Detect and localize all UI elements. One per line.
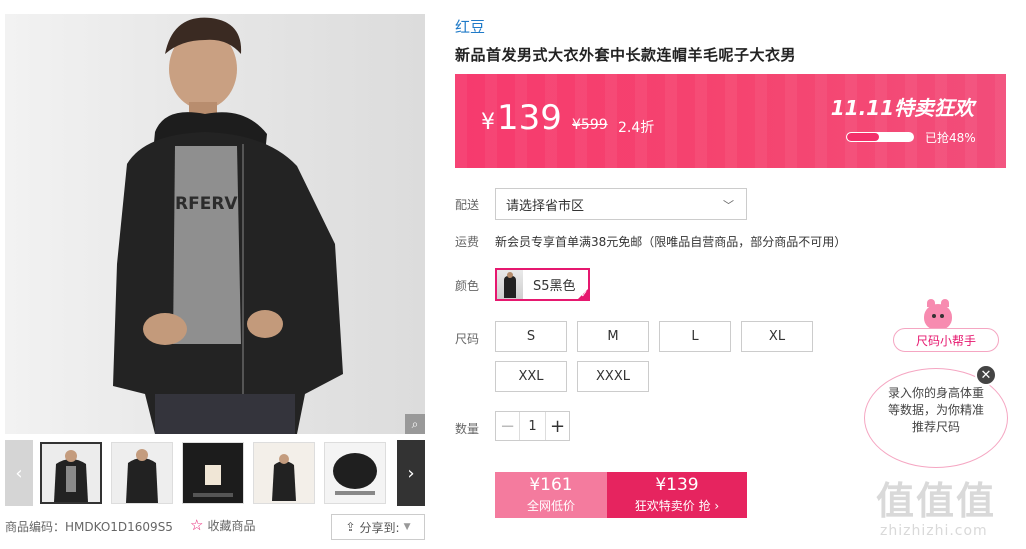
lowest-price-label: 全网低价	[526, 499, 575, 513]
color-name: S5黑色	[533, 279, 576, 294]
thumb-image	[42, 444, 100, 502]
sold-progress-fill	[847, 133, 879, 141]
quantity-value[interactable]: 1	[520, 419, 545, 434]
favorite-label: 收藏商品	[207, 518, 256, 533]
favorite-button[interactable]: ☆ 收藏商品	[190, 516, 255, 534]
original-price: ¥599	[572, 117, 608, 133]
thumbnail-3[interactable]	[182, 442, 244, 504]
swatch-figure	[504, 276, 516, 298]
color-label: 颜色	[455, 279, 480, 293]
watermark-url: zhizhizhi.com	[880, 523, 988, 539]
sold-percent: 已抢48%	[925, 131, 976, 145]
delivery-label: 配送	[455, 198, 480, 212]
mascot-icon	[924, 299, 952, 330]
size-option-xl[interactable]: XL	[741, 321, 813, 352]
mascot-eye	[940, 314, 944, 318]
sale-price: ¥139	[655, 475, 699, 495]
buy-now-button[interactable]: ¥139 狂欢特卖价 抢 ›	[607, 472, 747, 518]
chevron-down-icon: ▼	[403, 522, 411, 532]
thumb-prev-button[interactable]: ‹	[5, 440, 33, 506]
chevron-down-icon: ﹀	[723, 199, 734, 212]
size-helper-button[interactable]: 尺码小帮手	[893, 328, 999, 352]
thumb-next-button[interactable]: ›	[397, 440, 425, 506]
current-price: ¥139	[481, 98, 562, 138]
thumbnail-1[interactable]	[40, 442, 102, 504]
buy-now-label: 狂欢特卖价 抢 ›	[634, 499, 720, 513]
shipping-info: 新会员专享首单满38元免邮（限唯品自营商品，部分商品不可用）	[495, 235, 847, 249]
lowest-price-box: ¥161 全网低价	[495, 472, 607, 518]
product-code: 商品编码：HMDKO1D1609S5	[5, 520, 173, 534]
thumb-image	[325, 443, 385, 503]
size-label: 尺码	[455, 332, 480, 346]
share-label: 分享到:	[359, 520, 400, 535]
brand-link[interactable]: 红豆	[455, 16, 485, 37]
thumb-image	[183, 443, 243, 503]
size-option-m[interactable]: M	[577, 321, 649, 352]
size-option-xxxl[interactable]: XXXL	[577, 361, 649, 392]
thumbnail-strip: ‹ ›	[5, 440, 425, 506]
size-option-s[interactable]: S	[495, 321, 567, 352]
share-dropdown[interactable]: ⇪ 分享到: ▼	[331, 514, 425, 540]
thumb-image	[112, 443, 172, 503]
model-photo: RFERV	[113, 17, 343, 434]
thumbnail-5[interactable]	[324, 442, 386, 504]
quantity-label: 数量	[455, 422, 480, 436]
lowest-price: ¥161	[529, 475, 573, 495]
svg-text:RFERV: RFERV	[175, 194, 238, 214]
star-icon: ☆	[190, 516, 204, 534]
swatch-head	[507, 272, 513, 278]
region-select[interactable]: 请选择省市区 ﹀	[495, 188, 747, 220]
mascot-ear	[927, 299, 935, 307]
size-option-xxl[interactable]: XXL	[495, 361, 567, 392]
thumbnail-2[interactable]	[111, 442, 173, 504]
color-option-selected[interactable]: S5黑色 ✓	[495, 268, 590, 301]
share-icon: ⇪	[345, 520, 356, 534]
shipping-label: 运费	[455, 235, 480, 249]
sold-progress-bar	[846, 132, 914, 142]
close-icon[interactable]: ✕	[975, 364, 997, 386]
region-placeholder: 请选择省市区	[506, 198, 585, 214]
zoom-icon[interactable]: ⌕	[405, 414, 425, 434]
thumb-image	[254, 443, 314, 503]
quantity-decrease-button[interactable]: −	[496, 412, 520, 440]
product-title: 新品首发男式大衣外套中长款连帽羊毛呢子大衣男	[455, 46, 797, 64]
event-title: 11.11特卖狂欢	[830, 96, 974, 120]
mascot-eye	[932, 314, 936, 318]
price-banner: ¥139 ¥599 2.4折 11.11特卖狂欢 已抢48%	[455, 74, 1006, 168]
quantity-increase-button[interactable]: +	[545, 412, 569, 440]
quantity-stepper: − 1 +	[495, 411, 570, 441]
thumbnail-4[interactable]	[253, 442, 315, 504]
mascot-ear	[941, 299, 949, 307]
chevron-right-icon: ›	[407, 462, 415, 484]
discount-label: 2.4折	[618, 120, 655, 136]
product-main-image[interactable]: RFERV ⌕	[5, 14, 425, 434]
chevron-left-icon: ‹	[15, 462, 23, 484]
check-icon: ✓	[580, 290, 588, 300]
size-option-l[interactable]: L	[659, 321, 731, 352]
color-swatch	[497, 270, 523, 299]
watermark-logo: 值值值	[876, 479, 997, 523]
